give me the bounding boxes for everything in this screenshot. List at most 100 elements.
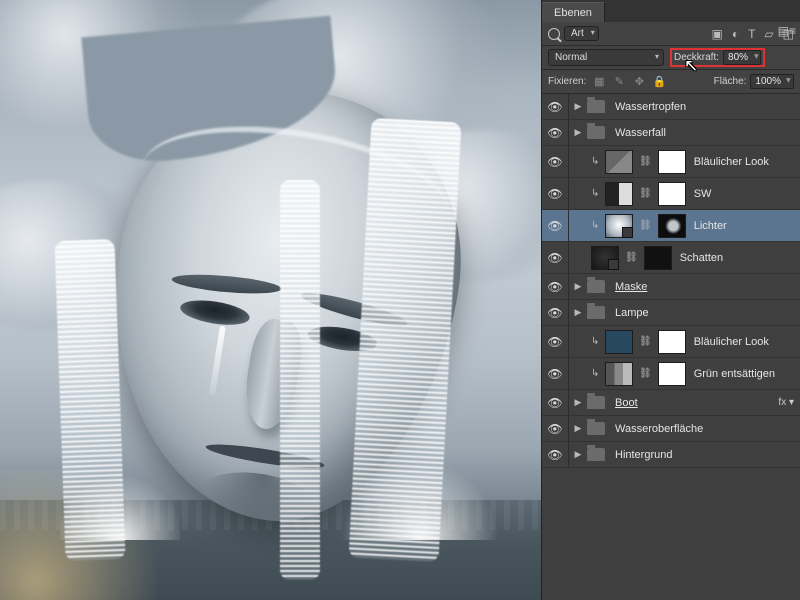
- visibility-eye-icon[interactable]: 👁: [546, 396, 564, 410]
- clip-icon: ↳: [591, 220, 601, 231]
- link-icon[interactable]: ⛓: [637, 368, 654, 379]
- visibility-eye-icon[interactable]: 👁: [546, 155, 564, 169]
- adjustment-thumb[interactable]: [605, 362, 633, 386]
- fill-field[interactable]: 100%: [750, 74, 794, 89]
- layer-row[interactable]: 👁 ↳ ⛓ Lichter: [542, 210, 800, 242]
- lock-pixels-icon[interactable]: ✎: [612, 75, 626, 88]
- link-icon[interactable]: ⛓: [637, 336, 654, 347]
- lock-label: Fixieren:: [548, 76, 586, 87]
- disclosure-icon[interactable]: ▶: [573, 307, 583, 318]
- folder-icon: [587, 280, 605, 293]
- visibility-eye-icon[interactable]: 👁: [546, 219, 564, 233]
- adjustment-thumb[interactable]: [605, 330, 633, 354]
- document-canvas[interactable]: [0, 0, 541, 600]
- layer-row[interactable]: 👁 ▶ Maske: [542, 274, 800, 300]
- link-icon[interactable]: ⛓: [623, 252, 640, 263]
- layer-name-label[interactable]: Grün entsättigen: [694, 368, 775, 380]
- visibility-eye-icon[interactable]: 👁: [546, 100, 564, 114]
- layer-name-label[interactable]: SW: [694, 188, 712, 200]
- fx-icon[interactable]: fx ▾: [778, 397, 796, 408]
- lock-position-icon[interactable]: ✥: [632, 75, 646, 88]
- splash: [330, 460, 510, 540]
- folder-icon: [587, 126, 605, 139]
- mask-thumb[interactable]: [658, 182, 686, 206]
- layer-row[interactable]: 👁↳⛓Grün entsättigen: [542, 358, 800, 390]
- mask-thumb[interactable]: [658, 214, 686, 238]
- folder-icon: [587, 422, 605, 435]
- filter-pixel-icon[interactable]: ▣: [711, 27, 722, 41]
- visibility-eye-icon[interactable]: 👁: [546, 251, 564, 265]
- layer-row[interactable]: 👁 ▶ Wasserfall: [542, 120, 800, 146]
- adjustment-thumb[interactable]: [605, 150, 633, 174]
- lock-all-icon[interactable]: 🔒: [652, 75, 666, 88]
- opacity-field[interactable]: 80%: [723, 50, 761, 65]
- layer-filter-dropdown[interactable]: Art: [564, 26, 599, 41]
- lock-transparency-icon[interactable]: ▦: [592, 75, 606, 88]
- layers-panel: Ebenen ▤≡ Art ▣ ◐ T ▱ ◫ Normal Deckkraft…: [541, 0, 800, 600]
- mask-thumb[interactable]: [658, 362, 686, 386]
- filter-shape-icon[interactable]: ▱: [764, 27, 773, 41]
- layer-thumb[interactable]: [605, 214, 633, 238]
- blend-mode-dropdown[interactable]: Normal: [548, 49, 664, 66]
- layer-name-label[interactable]: Boot: [615, 397, 638, 409]
- visibility-eye-icon[interactable]: 👁: [546, 422, 564, 436]
- link-icon[interactable]: ⛓: [637, 220, 654, 231]
- visibility-eye-icon[interactable]: 👁: [546, 306, 564, 320]
- visibility-eye-icon[interactable]: 👁: [546, 280, 564, 294]
- disclosure-icon[interactable]: ▶: [573, 281, 583, 292]
- layer-row[interactable]: 👁 ↳ ⛓ Bläulicher Look: [542, 326, 800, 358]
- mask-thumb[interactable]: [644, 246, 672, 270]
- disclosure-icon[interactable]: ▶: [573, 449, 583, 460]
- layer-name-label[interactable]: Wasseroberfläche: [615, 423, 703, 435]
- layer-name-label[interactable]: Bläulicher Look: [694, 156, 769, 168]
- layer-name-label[interactable]: Lampe: [615, 307, 649, 319]
- disclosure-icon[interactable]: ▶: [573, 397, 583, 408]
- layer-row[interactable]: 👁 ↳ ⛓ SW: [542, 178, 800, 210]
- tab-layers[interactable]: Ebenen: [542, 2, 605, 22]
- waterfall: [280, 180, 320, 580]
- mask-thumb[interactable]: [658, 330, 686, 354]
- layer-name-label[interactable]: Bläulicher Look: [694, 336, 769, 348]
- visibility-eye-icon[interactable]: 👁: [546, 448, 564, 462]
- layer-row[interactable]: 👁 ▶ Wasseroberfläche: [542, 416, 800, 442]
- mask-thumb[interactable]: [658, 150, 686, 174]
- visibility-eye-icon[interactable]: 👁: [546, 187, 564, 201]
- opacity-label: Deckkraft:: [674, 52, 719, 63]
- folder-icon: [587, 100, 605, 113]
- filter-type-icon[interactable]: T: [748, 27, 755, 41]
- link-icon[interactable]: ⛓: [637, 156, 654, 167]
- layer-list[interactable]: 👁 ▶ Wassertropfen 👁 ▶ Wasserfall 👁 ↳ ⛓ Bläulicher…: [542, 94, 800, 600]
- fill-label: Fläche:: [714, 76, 747, 87]
- layer-row[interactable]: 👁 ↳ ⛓ Bläulicher Look: [542, 146, 800, 178]
- filter-adjustment-icon[interactable]: ◐: [732, 27, 739, 41]
- splash: [60, 460, 180, 540]
- visibility-eye-icon[interactable]: 👁: [546, 367, 564, 381]
- disclosure-icon[interactable]: ▶: [573, 127, 583, 138]
- clip-icon: ↳: [591, 188, 601, 199]
- layer-thumb[interactable]: [591, 246, 619, 270]
- search-icon: [548, 28, 560, 40]
- layer-name-label[interactable]: Wassertropfen: [615, 101, 686, 113]
- clip-icon: ↳: [591, 156, 601, 167]
- layer-row[interactable]: 👁 ▶ Wassertropfen: [542, 94, 800, 120]
- folder-icon: [587, 396, 605, 409]
- link-icon[interactable]: ⛓: [637, 188, 654, 199]
- panel-menu-icon[interactable]: ▤≡: [778, 24, 796, 38]
- adjustment-thumb[interactable]: [605, 182, 633, 206]
- opacity-control[interactable]: Deckkraft: 80%: [670, 48, 765, 67]
- visibility-eye-icon[interactable]: 👁: [546, 335, 564, 349]
- layer-row[interactable]: 👁 ▶ Hintergrund: [542, 442, 800, 468]
- folder-icon: [587, 448, 605, 461]
- disclosure-icon[interactable]: ▶: [573, 101, 583, 112]
- layer-row[interactable]: 👁 ▶ Lampe: [542, 300, 800, 326]
- layer-row[interactable]: 👁 ⛓ Schatten: [542, 242, 800, 274]
- layer-name-label[interactable]: Lichter: [694, 220, 727, 232]
- disclosure-icon[interactable]: ▶: [573, 423, 583, 434]
- layer-name-label[interactable]: Schatten: [680, 252, 723, 264]
- layer-row[interactable]: 👁 ▶ Boot fx ▾: [542, 390, 800, 416]
- clip-icon: ↳: [591, 336, 601, 347]
- layer-name-label[interactable]: Hintergrund: [615, 449, 672, 461]
- layer-name-label[interactable]: Maske: [615, 281, 647, 293]
- layer-name-label[interactable]: Wasserfall: [615, 127, 666, 139]
- visibility-eye-icon[interactable]: 👁: [546, 126, 564, 140]
